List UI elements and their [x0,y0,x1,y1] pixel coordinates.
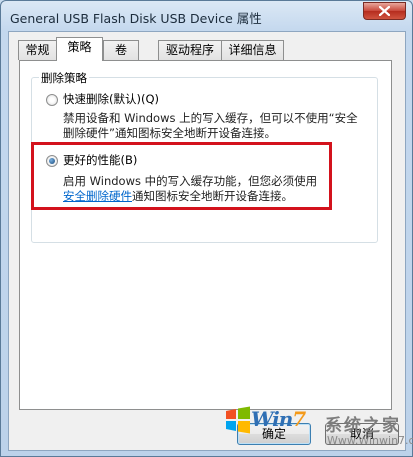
properties-dialog: General USB Flash Disk USB Device 属性 常规 … [0,0,413,457]
annotation-highlight-box [31,142,332,210]
quick-removal-label[interactable]: 快速删除(默认)(Q) [63,91,159,107]
title-bar[interactable]: General USB Flash Disk USB Device 属性 [1,1,412,31]
watermark-brand-cn: 系统之家 [325,416,401,436]
tab-driver[interactable]: 驱动程序 [158,40,222,60]
tab-volumes[interactable]: 卷 [103,40,139,60]
tab-policies[interactable]: 策略 [56,37,103,61]
tab-general[interactable]: 常规 [18,40,57,60]
quick-removal-desc-line2: 删除硬件”通知图标安全地断开设备连接。 [63,126,276,140]
quick-removal-desc-line1: 禁用设备和 Windows 上的写入缓存，但可以不使用“安全 [63,111,358,125]
close-icon [379,6,390,16]
watermark-url: Www.Winwin7.com [327,434,413,447]
quick-removal-radio[interactable] [46,94,58,106]
window-title: General USB Flash Disk USB Device 属性 [10,11,262,26]
group-title: 删除策略 [39,70,89,86]
policies-panel: 删除策略 快速删除(默认)(Q) 禁用设备和 Windows 上的写入缓存，但可… [19,60,392,410]
dialog-client-area: 常规 策略 卷 驱动程序 详细信息 删除策略 快速删除(默认)(Q) 禁用设备和… [8,31,406,451]
watermark-brand: Win7 [251,407,306,431]
windows-logo-icon [226,406,250,434]
watermark: Win7 系统之家 Www.Winwin7.com [223,405,413,457]
close-button[interactable] [363,2,406,20]
tab-details[interactable]: 详细信息 [221,40,284,60]
